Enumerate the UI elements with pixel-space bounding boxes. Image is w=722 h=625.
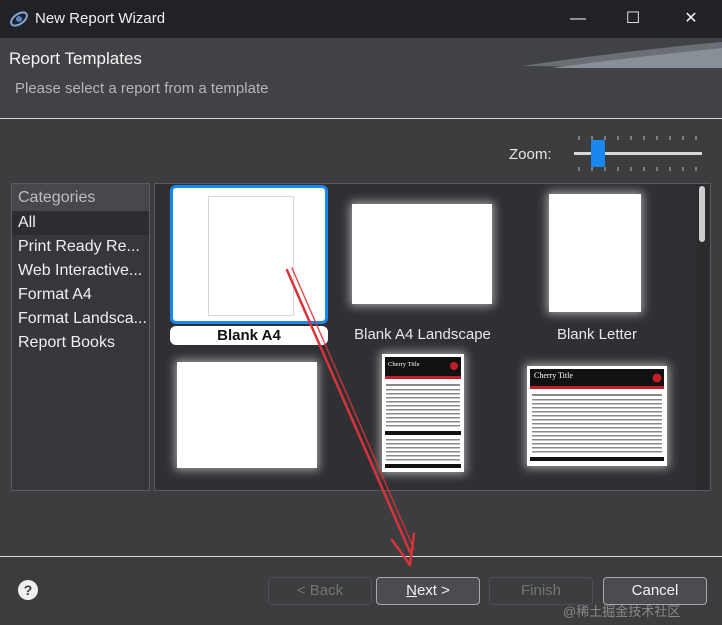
category-item-all[interactable]: All — [12, 211, 149, 235]
minimize-button[interactable]: — — [550, 0, 606, 38]
template-cherry-portrait[interactable]: Cherry Title — [340, 354, 520, 490]
template-thumbnail[interactable]: Cherry Title — [527, 366, 667, 466]
next-button[interactable]: Next > — [376, 577, 480, 605]
category-item-print-ready[interactable]: Print Ready Re... — [12, 235, 149, 259]
footer-divider — [0, 556, 722, 557]
watermark-text: @稀土掘金技术社区 — [563, 604, 681, 619]
cherry-title-text: Cherry Title — [534, 371, 573, 380]
template-blank-letter[interactable]: Blank Letter — [527, 184, 677, 349]
categories-list: Categories All Print Ready Re... Web Int… — [11, 183, 150, 491]
header-swoosh-graphic — [522, 42, 722, 68]
template-thumbnail[interactable] — [549, 194, 641, 312]
templates-gallery: Blank A4 Blank A4 Landscape Blank Letter… — [154, 183, 711, 491]
template-thumbnail[interactable]: Cherry Title — [382, 354, 464, 472]
window-title: New Report Wizard — [35, 10, 166, 27]
page-outline — [208, 196, 294, 316]
zoom-slider-thumb[interactable] — [591, 140, 606, 167]
wizard-header: Report Templates Please select a report … — [0, 38, 722, 118]
categories-heading: Categories — [12, 184, 149, 211]
zoom-slider[interactable] — [572, 134, 704, 174]
title-bar: New Report Wizard — ☐ ✕ — [0, 0, 722, 38]
cherry-title-text: Cherry Title — [388, 361, 420, 368]
category-item-web-interactive[interactable]: Web Interactive... — [12, 259, 149, 283]
category-item-report-books[interactable]: Report Books — [12, 331, 149, 355]
template-label: Blank Letter — [556, 326, 638, 343]
template-label: Blank A4 — [170, 326, 328, 345]
template-thumbnail[interactable] — [352, 204, 492, 304]
header-divider — [0, 118, 722, 119]
category-item-format-landscape[interactable]: Format Landsca... — [12, 307, 149, 331]
template-blank-a4-landscape[interactable]: Blank A4 Landscape — [340, 184, 520, 349]
cherry-report-preview: Cherry Title — [385, 357, 461, 468]
template-label: Blank A4 Landscape — [354, 326, 491, 343]
back-button[interactable]: < Back — [268, 577, 372, 605]
scrollbar-thumb[interactable] — [699, 186, 705, 242]
next-button-label: ext > — [416, 582, 450, 599]
template-blank-a4[interactable]: Blank A4 — [155, 184, 335, 349]
templates-scrollbar[interactable] — [696, 184, 710, 490]
zoom-label: Zoom: — [509, 146, 552, 163]
help-icon[interactable]: ? — [18, 580, 38, 600]
cherry-report-preview: Cherry Title — [530, 369, 664, 461]
template-thumbnail[interactable] — [177, 362, 317, 468]
page-description: Please select a report from a template — [15, 80, 269, 97]
template-thumbnail[interactable] — [170, 185, 328, 324]
eclipse-app-icon — [10, 11, 28, 27]
page-title: Report Templates — [9, 49, 142, 68]
category-item-format-a4[interactable]: Format A4 — [12, 283, 149, 307]
template-cherry-landscape[interactable]: Cherry Title — [515, 354, 695, 490]
next-button-mnemonic: N — [406, 582, 417, 599]
template-blank-landscape-2[interactable] — [155, 354, 335, 490]
close-button[interactable]: ✕ — [663, 0, 719, 38]
maximize-button[interactable]: ☐ — [605, 0, 661, 38]
